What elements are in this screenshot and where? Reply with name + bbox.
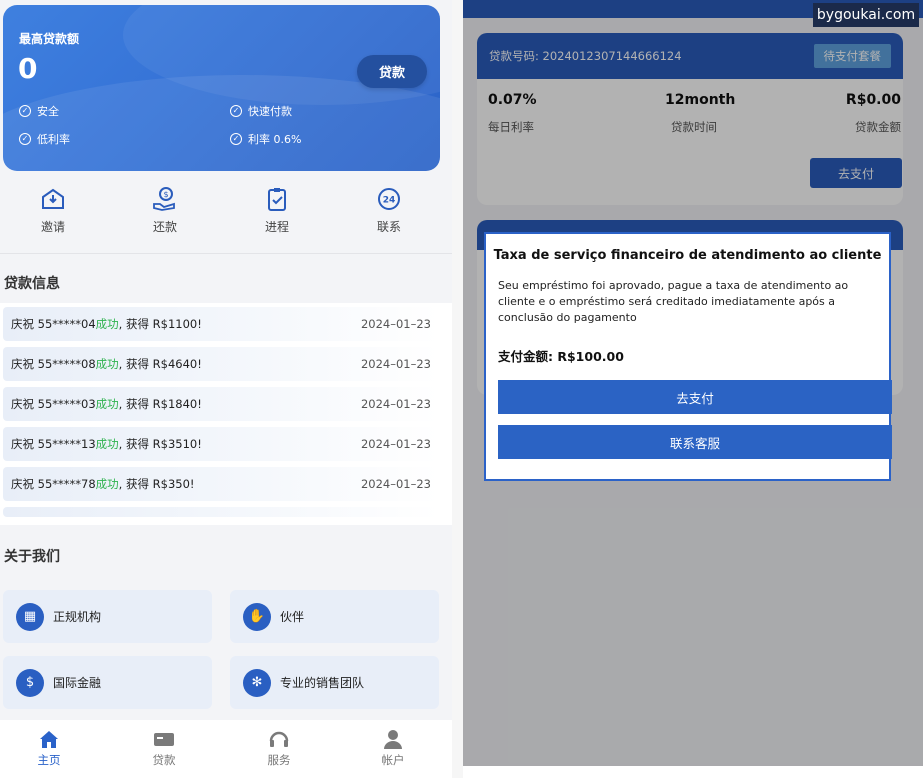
feature-label: 利率 0.6% — [248, 133, 302, 146]
check-circle-icon: ✓ — [230, 105, 242, 117]
news-status: 成功 — [95, 317, 119, 331]
invite-icon — [42, 188, 64, 209]
news-date: 2024–01–23 — [360, 397, 431, 411]
feature-low-rate: ✓ 低利率 — [19, 131, 70, 147]
tab-label: 服务 — [267, 753, 291, 767]
feature-label: 快速付款 — [248, 105, 292, 118]
max-loan-amount: 0 — [18, 52, 38, 85]
apply-loan-button[interactable]: 贷款 — [357, 55, 427, 88]
tab-service[interactable]: 服务 — [249, 728, 309, 768]
quick-action-label: 进程 — [264, 220, 289, 234]
tab-loan[interactable]: 贷款 — [134, 728, 194, 768]
order-screen: 贷款号码: 2024012307144666124 待支付套餐 0.07% 每日… — [463, 0, 923, 778]
news-suffix: , 获得 R$1840! — [118, 397, 202, 411]
list-item: 庆祝 55*****78 成功, 获得 R$350! 2024–01–23 — [3, 467, 439, 501]
check-circle-icon: ✓ — [230, 133, 242, 145]
tab-label: 主页 — [37, 753, 61, 767]
list-item-partial — [3, 507, 439, 517]
team-icon: ✻ — [243, 668, 271, 697]
quick-action-contact[interactable]: 24 联系 — [359, 186, 419, 235]
institution-icon: ▦ — [16, 602, 44, 631]
quick-action-label: 联系 — [376, 220, 401, 234]
feature-safe: ✓ 安全 — [19, 103, 59, 119]
headset-icon — [269, 731, 289, 747]
contact-24h-icon: 24 — [378, 188, 400, 210]
check-circle-icon: ✓ — [19, 133, 31, 145]
check-circle-icon: ✓ — [19, 105, 31, 117]
quick-action-label: 还款 — [152, 220, 177, 234]
news-prefix: 庆祝 55*****78 — [11, 477, 96, 491]
max-loan-title: 最高贷款额 — [19, 32, 80, 46]
news-status: 成功 — [95, 437, 119, 451]
news-prefix: 庆祝 55*****08 — [11, 357, 96, 371]
about-item-partner[interactable]: ✋ 伙伴 — [230, 590, 439, 643]
loan-info-title: 贷款信息 — [4, 276, 60, 292]
feature-label: 安全 — [37, 105, 59, 118]
list-item: 庆祝 55*****04 成功, 获得 R$1100! 2024–01–23 — [3, 307, 439, 341]
list-item: 庆祝 55*****08 成功, 获得 R$4640! 2024–01–23 — [3, 347, 439, 381]
news-date: 2024–01–23 — [360, 437, 431, 451]
about-us-title: 关于我们 — [4, 549, 60, 565]
home-screen: 最高贷款额 0 贷款 ✓ 安全 ✓ 快速付款 ✓ 低利率 ✓ 利率 0.6% 邀… — [0, 0, 452, 778]
feature-label: 低利率 — [37, 133, 70, 146]
bottom-strip — [463, 766, 923, 778]
news-suffix: , 获得 R$350! — [118, 477, 195, 491]
about-item-label: 专业的销售团队 — [280, 676, 365, 690]
payment-amount: 支付金额: R$100.00 — [498, 349, 624, 364]
about-item-label: 正规机构 — [53, 610, 102, 624]
list-item: 庆祝 55*****13 成功, 获得 R$3510! 2024–01–23 — [3, 427, 439, 461]
user-icon — [384, 730, 402, 749]
quick-action-invite[interactable]: 邀请 — [23, 186, 83, 235]
news-suffix: , 获得 R$1100! — [118, 317, 202, 331]
watermark-label: bygoukai.com — [813, 3, 919, 27]
bottom-tab-bar: 主页 贷款 服务 帐户 — [0, 720, 452, 778]
news-prefix: 庆祝 55*****04 — [11, 317, 96, 331]
about-item-finance[interactable]: $ 国际金融 — [3, 656, 212, 709]
card-icon — [154, 733, 174, 746]
news-status: 成功 — [95, 357, 119, 371]
feature-rate: ✓ 利率 0.6% — [230, 131, 301, 147]
about-item-institution[interactable]: ▦ 正规机构 — [3, 590, 212, 643]
news-suffix: , 获得 R$3510! — [118, 437, 202, 451]
screen-gap — [452, 0, 463, 778]
news-date: 2024–01–23 — [360, 317, 431, 331]
tab-home[interactable]: 主页 — [19, 728, 79, 768]
dialog-title: Taxa de serviço financeiro de atendiment… — [493, 248, 882, 263]
svg-text:$: $ — [163, 190, 168, 199]
loan-news-list[interactable]: 庆祝 55*****04 成功, 获得 R$1100! 2024–01–23 庆… — [0, 303, 452, 525]
quick-action-label: 邀请 — [40, 220, 65, 234]
tab-label: 帐户 — [381, 753, 405, 767]
loan-amount-card: 最高贷款额 0 贷款 ✓ 安全 ✓ 快速付款 ✓ 低利率 ✓ 利率 0.6% — [3, 5, 440, 171]
news-status: 成功 — [95, 397, 119, 411]
list-item: 庆祝 55*****03 成功, 获得 R$1840! 2024–01–23 — [3, 387, 439, 421]
repay-icon: $ — [153, 187, 175, 211]
news-date: 2024–01–23 — [360, 357, 431, 371]
about-item-team[interactable]: ✻ 专业的销售团队 — [230, 656, 439, 709]
news-prefix: 庆祝 55*****13 — [11, 437, 96, 451]
news-date: 2024–01–23 — [360, 477, 431, 491]
service-fee-dialog: Taxa de serviço financeiro de atendiment… — [484, 232, 892, 481]
svg-text:24: 24 — [383, 196, 396, 206]
about-item-label: 伙伴 — [280, 610, 305, 624]
tab-label: 贷款 — [152, 753, 176, 767]
about-item-label: 国际金融 — [53, 676, 102, 690]
news-status: 成功 — [95, 477, 119, 491]
tab-account[interactable]: 帐户 — [363, 728, 423, 768]
news-suffix: , 获得 R$4640! — [118, 357, 202, 371]
feature-fast-payment: ✓ 快速付款 — [230, 103, 292, 119]
quick-action-repay[interactable]: $ 还款 — [135, 186, 195, 235]
news-prefix: 庆祝 55*****03 — [11, 397, 96, 411]
handshake-icon: ✋ — [243, 602, 271, 631]
dialog-message: Seu empréstimo foi aprovado, pague a tax… — [498, 279, 849, 324]
progress-icon — [268, 188, 286, 211]
finance-icon: $ — [16, 668, 44, 697]
home-icon — [40, 731, 58, 748]
dialog-pay-button[interactable]: 去支付 — [498, 380, 892, 414]
contact-support-button[interactable]: 联系客服 — [498, 425, 892, 459]
section-divider — [0, 253, 452, 254]
quick-action-progress[interactable]: 进程 — [247, 186, 307, 235]
